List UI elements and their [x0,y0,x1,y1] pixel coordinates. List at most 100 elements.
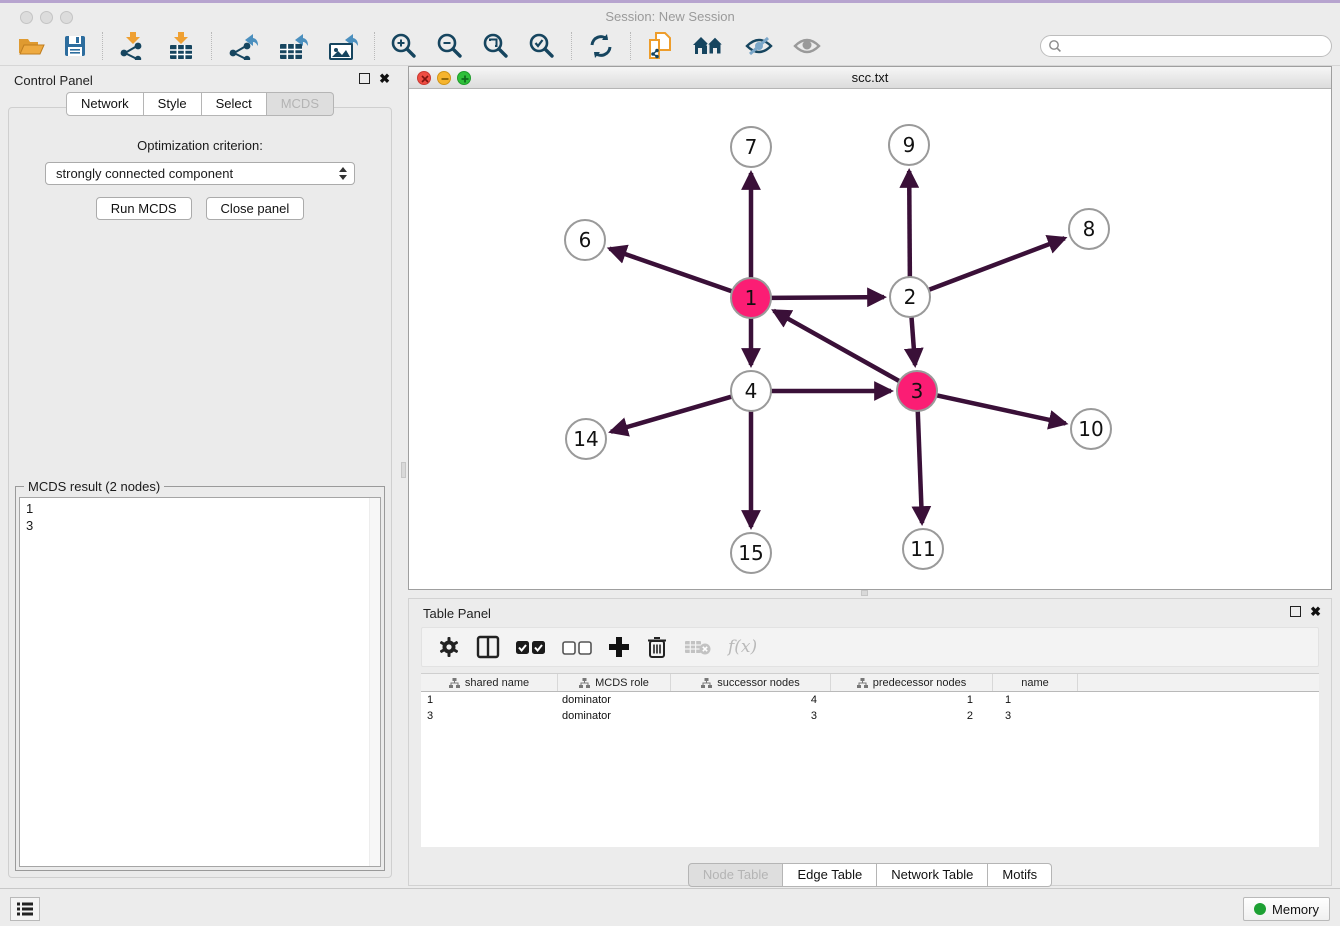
zoom-out-button[interactable] [430,30,470,62]
vertical-splitter[interactable] [400,66,408,886]
column-header[interactable]: shared name [421,674,558,691]
graph-edge[interactable] [611,397,732,432]
export-image-icon [327,32,359,60]
attribute-tree-icon [579,678,590,688]
new-column-button[interactable] [608,636,630,658]
table-cell[interactable]: 3 [671,708,831,724]
control-panel-close-icon[interactable]: ✖ [379,73,390,84]
column-header[interactable]: name [993,674,1078,691]
graph-edge[interactable] [771,297,884,298]
show-all-button[interactable] [786,32,828,60]
mcds-result-title: MCDS result (2 nodes) [24,479,164,494]
table-cell[interactable]: dominator [558,692,671,708]
graph-edge[interactable] [929,238,1065,290]
task-history-button[interactable] [10,897,40,921]
criterion-dropdown[interactable]: strongly connected component [45,162,355,185]
open-folder-icon [17,34,45,58]
table-cell[interactable]: dominator [558,708,671,724]
graph-node-4[interactable]: 4 [730,370,772,412]
column-header-label: shared name [465,677,529,689]
graph-node-7[interactable]: 7 [730,126,772,168]
graph-node-11[interactable]: 11 [902,528,944,570]
export-network-button[interactable] [221,30,265,62]
memory-label: Memory [1272,902,1319,917]
graph-node-1[interactable]: 1 [730,277,772,319]
table-cell[interactable]: 3 [993,708,1078,724]
table-cell[interactable]: 1 [831,692,993,708]
network-canvas[interactable]: 7 9 6 8 1 2 4 3 14 10 15 11 [409,89,1331,589]
column-selector-button[interactable] [476,635,500,659]
table-cell[interactable]: 1 [993,692,1078,708]
tab-node-table[interactable]: Node Table [688,863,784,887]
tab-network[interactable]: Network [66,92,144,116]
tab-motifs[interactable]: Motifs [988,863,1052,887]
tab-style[interactable]: Style [144,92,202,116]
export-table-button[interactable] [271,30,315,62]
mcds-result-text[interactable]: 1 3 [19,497,381,867]
mcds-result-line: 1 [26,500,374,517]
import-table-button[interactable] [160,30,202,62]
clear-all-button[interactable] [562,640,592,655]
column-header[interactable]: MCDS role [558,674,671,691]
graph-node-14[interactable]: 14 [565,418,607,460]
open-session-button[interactable] [11,32,51,60]
apply-layout-button[interactable] [581,31,621,61]
zoom-in-button[interactable] [384,30,424,62]
network-window-titlebar[interactable]: scc.txt [409,67,1331,89]
splitter-grip[interactable] [401,462,406,478]
table-cell[interactable]: 1 [421,692,558,708]
graph-edge[interactable] [918,411,922,523]
control-panel-float-icon[interactable] [359,73,370,84]
delete-columns-button[interactable] [646,635,668,659]
graph-node-15[interactable]: 15 [730,532,772,574]
clone-network-button[interactable] [640,29,680,63]
hide-selected-button[interactable] [738,32,780,60]
save-session-button[interactable] [57,32,93,60]
table-panel-close-icon[interactable]: ✖ [1310,606,1321,617]
tab-select[interactable]: Select [202,92,267,116]
table-mode-button[interactable] [438,636,460,658]
window-title: Session: New Session [0,9,1340,24]
function-builder-button[interactable]: f(x) [728,637,757,657]
tab-network-table[interactable]: Network Table [877,863,988,887]
network-overview-button[interactable] [686,31,732,61]
graph-node-6[interactable]: 6 [564,219,606,261]
control-panel: Control Panel ✖ Network Style Select MCD… [0,66,400,886]
table-cell[interactable]: 4 [671,692,831,708]
table-panel-float-icon[interactable] [1290,606,1301,617]
table-cell[interactable]: 2 [831,708,993,724]
table-row[interactable]: 3dominator323 [421,708,1319,724]
delete-table-button[interactable] [684,638,712,656]
import-table-icon [166,32,196,60]
graph-node-3[interactable]: 3 [896,370,938,412]
run-mcds-button[interactable]: Run MCDS [96,197,192,220]
graph-node-8[interactable]: 8 [1068,208,1110,250]
zoom-fit-button[interactable] [476,30,516,62]
tab-edge-table[interactable]: Edge Table [783,863,877,887]
graph-node-10[interactable]: 10 [1070,408,1112,450]
result-scrollbar[interactable] [369,498,380,866]
graph-edge[interactable] [610,249,733,292]
graph-node-2[interactable]: 2 [889,276,931,318]
import-network-button[interactable] [112,30,154,62]
toolbar-separator [211,32,212,60]
graph-node-9[interactable]: 9 [888,124,930,166]
column-header[interactable]: successor nodes [671,674,831,691]
horizontal-splitter-grip[interactable] [861,590,868,596]
column-header[interactable]: predecessor nodes [831,674,993,691]
search-input[interactable] [1040,35,1332,57]
export-table-icon [277,32,309,60]
tab-mcds[interactable]: MCDS [267,92,334,116]
zoom-selected-button[interactable] [522,30,562,62]
export-image-button[interactable] [321,30,365,62]
graph-edge[interactable] [937,395,1066,423]
memory-button[interactable]: Memory [1243,897,1330,921]
table-row[interactable]: 1dominator411 [421,692,1319,708]
graph-edge[interactable] [911,317,915,365]
table-cell[interactable]: 3 [421,708,558,724]
window-titlebar: Session: New Session [0,0,1340,26]
graph-edge[interactable] [909,171,910,277]
select-all-button[interactable] [516,640,546,655]
close-panel-button[interactable]: Close panel [206,197,305,220]
graph-edge[interactable] [774,311,900,382]
